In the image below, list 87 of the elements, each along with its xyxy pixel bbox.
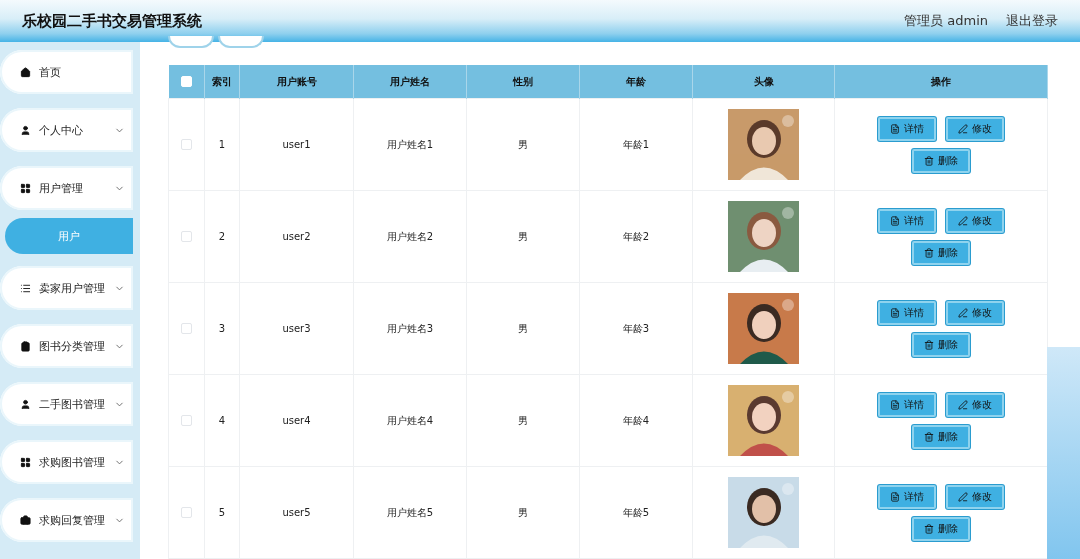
toolbar-button[interactable] (168, 36, 214, 48)
menu-item[interactable]: 图书分类管理 (0, 324, 133, 368)
user-icon (20, 124, 31, 136)
index-cell: 4 (204, 374, 240, 467)
grid-icon (20, 182, 31, 194)
pen-icon (958, 123, 968, 134)
menu-item[interactable]: 用户管理 (0, 166, 133, 210)
document-icon (890, 491, 900, 502)
row-checkbox[interactable] (181, 139, 192, 151)
name-cell: 用户姓名4 (353, 374, 467, 467)
age-cell: 年龄4 (579, 374, 693, 467)
gender-cell: 男 (466, 98, 580, 191)
name-cell: 用户姓名1 (353, 98, 467, 191)
gender-cell: 男 (466, 282, 580, 375)
delete-button[interactable]: 删除 (912, 516, 970, 541)
row-checkbox[interactable] (181, 507, 192, 519)
menu-item[interactable]: 求购图书管理 (0, 440, 133, 484)
account-cell: user2 (239, 190, 354, 283)
account-cell: user1 (239, 98, 354, 191)
document-icon (890, 123, 900, 134)
delete-button[interactable]: 删除 (912, 148, 970, 173)
user-icon (20, 398, 31, 410)
grid-icon (20, 456, 31, 468)
gender-cell: 男 (466, 466, 580, 559)
detail-button[interactable]: 详情 (878, 392, 936, 417)
index-cell: 3 (204, 282, 240, 375)
app-title: 乐校园二手书交易管理系统 (22, 11, 202, 31)
menu-item[interactable]: 首页 (0, 50, 133, 94)
trash-icon (924, 155, 934, 166)
column-header: 用户账号 (239, 65, 354, 99)
document-icon (890, 307, 900, 318)
detail-button[interactable]: 详情 (878, 484, 936, 509)
trash-icon (924, 431, 934, 442)
column-header: 头像 (692, 65, 835, 99)
account-cell: user3 (239, 282, 354, 375)
document-icon (890, 399, 900, 410)
trash-icon (924, 523, 934, 534)
detail-button[interactable]: 详情 (878, 116, 936, 141)
edit-button[interactable]: 修改 (946, 300, 1004, 325)
row-checkbox[interactable] (181, 415, 192, 427)
logout-link[interactable]: 退出登录 (1006, 12, 1058, 30)
edit-button[interactable]: 修改 (946, 208, 1004, 233)
delete-button[interactable]: 删除 (912, 424, 970, 449)
age-cell: 年龄1 (579, 98, 693, 191)
index-cell: 2 (204, 190, 240, 283)
edit-button[interactable]: 修改 (946, 484, 1004, 509)
edit-button[interactable]: 修改 (946, 392, 1004, 417)
name-cell: 用户姓名3 (353, 282, 467, 375)
trash-icon (924, 339, 934, 350)
name-cell: 用户姓名2 (353, 190, 467, 283)
pen-icon (958, 215, 968, 226)
select-all-checkbox[interactable] (180, 76, 192, 88)
delete-button[interactable]: 删除 (912, 332, 970, 357)
menu-item[interactable]: 个人中心 (0, 108, 133, 152)
column-header: 操作 (834, 65, 1048, 99)
index-cell: 5 (204, 466, 240, 559)
column-header: 用户姓名 (353, 65, 467, 99)
row-checkbox[interactable] (181, 231, 192, 243)
pen-icon (958, 491, 968, 502)
age-cell: 年龄5 (579, 466, 693, 559)
detail-button[interactable]: 详情 (878, 208, 936, 233)
age-cell: 年龄3 (579, 282, 693, 375)
menu-item[interactable]: 二手图书管理 (0, 382, 133, 426)
age-cell: 年龄2 (579, 190, 693, 283)
list-icon (20, 282, 31, 294)
name-cell: 用户姓名5 (353, 466, 467, 559)
toolbar-button[interactable] (218, 36, 264, 48)
trash-icon (924, 247, 934, 258)
column-header: 年龄 (579, 65, 693, 99)
column-header: 性别 (466, 65, 580, 99)
pen-icon (958, 399, 968, 410)
delete-button[interactable]: 删除 (912, 240, 970, 265)
account-cell: user4 (239, 374, 354, 467)
edit-button[interactable]: 修改 (946, 116, 1004, 141)
menu-item[interactable]: 卖家用户管理 (0, 266, 133, 310)
gender-cell: 男 (466, 374, 580, 467)
document-icon (890, 215, 900, 226)
gender-cell: 男 (466, 190, 580, 283)
index-cell: 1 (204, 98, 240, 191)
home-icon (20, 66, 31, 78)
detail-button[interactable]: 详情 (878, 300, 936, 325)
row-checkbox[interactable] (181, 323, 192, 335)
account-cell: user5 (239, 466, 354, 559)
column-header: 索引 (204, 65, 240, 99)
user-label: 管理员 admin (904, 12, 988, 30)
menu-item[interactable]: 求购回复管理 (0, 498, 133, 542)
pen-icon (958, 307, 968, 318)
